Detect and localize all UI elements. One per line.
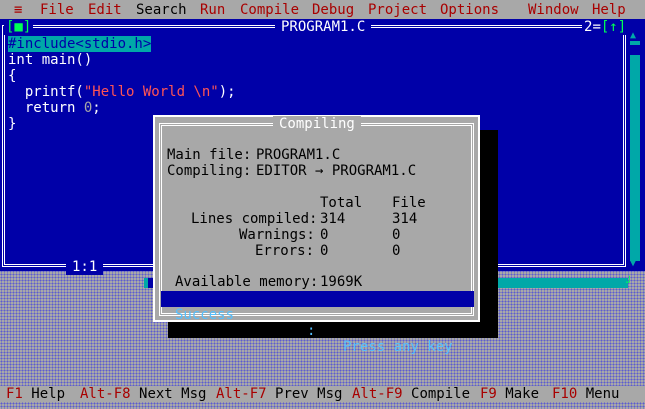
code-token: ); — [218, 84, 236, 100]
memory-value: 1969K — [320, 274, 363, 290]
menu-debug-label: Debug — [312, 2, 355, 18]
code-token: printf( — [8, 84, 84, 100]
menu-debug[interactable]: Debug — [312, 2, 354, 18]
hint-label: Menu — [585, 386, 620, 402]
code-line-text: #include<stdio.h> — [8, 36, 152, 52]
menu-window-label: Window — [528, 2, 579, 18]
menu-search[interactable]: Search — [136, 2, 187, 18]
menu-compile[interactable]: Compile — [240, 2, 299, 18]
errors-label: Errors: — [255, 243, 315, 259]
column-total-header: Total — [320, 195, 363, 211]
hint-help[interactable]: F1 Help — [6, 386, 65, 402]
string-literal: "Hello World \n" — [83, 84, 219, 100]
scroll-down-icon[interactable]: ▼ — [630, 259, 640, 269]
menu-edit-label: Edit — [88, 2, 122, 18]
hint-label: Compile — [411, 386, 471, 402]
code-line: { — [8, 68, 17, 84]
code-token: ; — [92, 100, 101, 116]
hint-key: Alt-F9 — [352, 386, 403, 402]
menu-options-label: Options — [440, 2, 500, 18]
hint-label: Make — [505, 386, 540, 402]
code-line: int main() — [8, 52, 93, 68]
menu-run[interactable]: Run — [200, 2, 225, 18]
errors-file: 0 — [392, 243, 401, 259]
hint-prev-msg[interactable]: Alt-F7 Prev Msg — [216, 386, 342, 402]
compiling-dialog[interactable]: Compiling Main file: PROGRAM1.C Compilin… — [153, 115, 480, 355]
hint-menu[interactable]: F10 Menu — [552, 386, 619, 402]
errors-total: 0 — [320, 243, 329, 259]
window-title: PROGRAM1.C — [275, 19, 372, 35]
lines-compiled-label: Lines compiled: — [191, 211, 318, 227]
press-key-prompt: Press any key — [343, 339, 453, 355]
lines-compiled-file: 314 — [392, 211, 418, 227]
code-line: printf("Hello World \n"); — [8, 84, 236, 100]
vertical-scroll-thumb[interactable] — [630, 45, 640, 55]
vertical-scrollbar[interactable] — [630, 41, 640, 261]
hint-label: Help — [31, 386, 66, 402]
main-file-label: Main file: — [167, 147, 252, 163]
scroll-up-icon[interactable]: ▲ — [630, 31, 640, 41]
menu-file-label: File — [40, 2, 74, 18]
warnings-file: 0 — [392, 227, 401, 243]
hint-key: F9 — [480, 386, 497, 402]
menu-edit[interactable]: Edit — [88, 2, 122, 18]
menu-file[interactable]: File — [40, 2, 74, 18]
hint-key: F10 — [552, 386, 578, 402]
memory-label: Available memory: — [175, 274, 319, 290]
status-text: Success — [175, 307, 235, 323]
window-zoom-button[interactable]: 2=[↑] — [582, 19, 629, 35]
menu-options[interactable]: Options — [440, 2, 499, 18]
hint-make[interactable]: F9 Make — [480, 386, 539, 402]
code-token: return — [8, 100, 84, 116]
main-file-value: PROGRAM1.C — [256, 147, 341, 163]
window-number: 2 — [584, 19, 593, 35]
zoom-icon: [↑] — [600, 19, 627, 35]
hint-label: Prev Msg — [275, 386, 343, 402]
menu-bar: ≡ File Edit Search Run Compile Debug Pro… — [0, 0, 645, 19]
warnings-label: Warnings: — [239, 227, 315, 243]
system-menu-icon[interactable]: ≡ — [14, 2, 22, 18]
code-line: return 0; — [8, 100, 236, 116]
menu-compile-label: Compile — [240, 2, 300, 18]
window-close-button[interactable]: [■] — [4, 19, 34, 35]
code-line: #include<stdio.h> — [8, 36, 236, 52]
menu-project-label: Project — [368, 2, 428, 18]
resize-corner-icon[interactable]: ┘ — [626, 277, 638, 289]
close-icon: [■] — [6, 19, 32, 35]
hint-bar: F1 Help Alt-F8 Next Msg Alt-F7 Prev Msg … — [0, 386, 645, 402]
warnings-total: 0 — [320, 227, 329, 243]
menu-run-label: Run — [200, 2, 226, 18]
status-line[interactable]: Success : Press any key — [161, 291, 474, 355]
hint-compile[interactable]: Alt-F9 Compile — [352, 386, 470, 402]
lines-compiled-total: 314 — [320, 211, 346, 227]
menu-help[interactable]: Help — [592, 2, 626, 18]
menu-project[interactable]: Project — [368, 2, 427, 18]
hint-label: Next Msg — [139, 386, 207, 402]
hint-next-msg[interactable]: Alt-F8 Next Msg — [80, 386, 206, 402]
menu-window[interactable]: Window — [528, 2, 579, 18]
dialog-title: Compiling — [273, 116, 361, 132]
compiling-label: Compiling: — [167, 163, 252, 179]
menu-search-label: Search — [136, 2, 187, 18]
hint-key: Alt-F8 — [80, 386, 131, 402]
compiling-value: EDITOR → PROGRAM1.C — [256, 163, 417, 179]
hint-key: Alt-F7 — [216, 386, 267, 402]
cursor-position: 1:1 — [66, 259, 104, 275]
hint-key: F1 — [6, 386, 23, 402]
status-separator: : — [307, 323, 316, 339]
column-file-header: File — [392, 195, 426, 211]
menu-help-label: Help — [592, 2, 626, 18]
